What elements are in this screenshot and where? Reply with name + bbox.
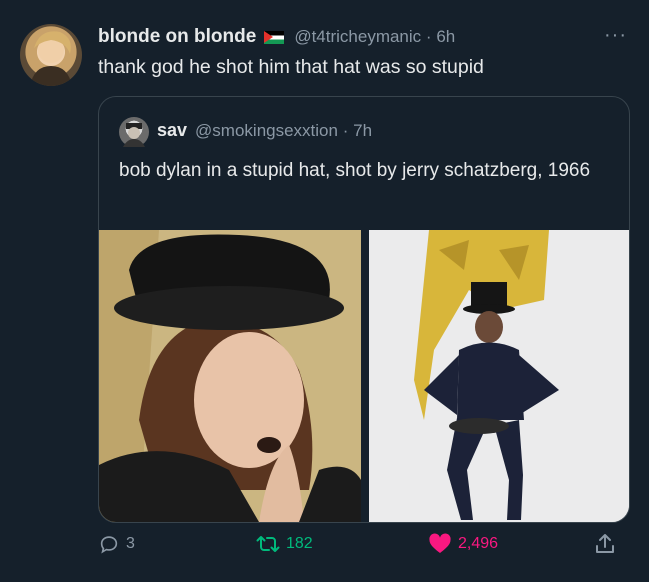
tweet-text: thank god he shot him that hat was so st… xyxy=(98,56,484,78)
palestine-flag-icon xyxy=(264,30,285,44)
reply-button[interactable]: 3 xyxy=(98,528,135,560)
quoted-separator: · xyxy=(342,120,349,140)
avatar-image xyxy=(30,31,72,86)
quoted-meta: @smokingsexxtion · 7h xyxy=(195,121,372,141)
quoted-time[interactable]: 7h xyxy=(353,121,372,140)
more-options-icon[interactable]: ··· xyxy=(604,24,627,47)
tweet-header: blonde on blonde @t4tricheymanic · 6h xyxy=(98,24,629,50)
author-name[interactable]: blonde on blonde xyxy=(98,26,256,48)
tweet-actions: 3 182 2,496 xyxy=(98,528,628,560)
tweet[interactable]: blonde on blonde @t4tricheymanic · 6h ··… xyxy=(0,0,649,582)
author-avatar[interactable] xyxy=(20,24,82,86)
heart-icon xyxy=(429,533,451,553)
quoted-tweet[interactable]: sav @smokingsexxtion · 7h bob dylan in a… xyxy=(98,96,630,523)
reply-count: 3 xyxy=(126,535,135,552)
photo-closeup-image xyxy=(99,230,361,522)
like-button[interactable]: 2,496 xyxy=(428,528,498,560)
quoted-avatar-image xyxy=(123,123,145,147)
retweet-count: 182 xyxy=(286,535,313,552)
share-button[interactable] xyxy=(594,528,616,560)
author-meta: @t4tricheymanic · 6h xyxy=(294,27,455,47)
share-icon xyxy=(596,534,614,553)
author-handle[interactable]: @t4tricheymanic xyxy=(294,27,421,46)
retweet-button[interactable]: 182 xyxy=(256,528,313,560)
photo-1[interactable] xyxy=(99,230,361,522)
reply-icon xyxy=(100,536,118,554)
retweet-icon xyxy=(256,536,280,552)
quoted-header: sav @smokingsexxtion · 7h xyxy=(157,120,372,141)
photo-seated-image xyxy=(369,230,629,522)
like-count: 2,496 xyxy=(458,535,499,552)
quoted-author-name[interactable]: sav xyxy=(157,120,187,141)
quoted-author-handle[interactable]: @smokingsexxtion xyxy=(195,121,338,140)
photo-2[interactable] xyxy=(369,230,629,522)
meta-separator: · xyxy=(425,27,432,46)
quoted-text: bob dylan in a stupid hat, shot by jerry… xyxy=(119,160,591,181)
quoted-author-avatar[interactable] xyxy=(119,117,149,147)
tweet-time[interactable]: 6h xyxy=(436,27,455,46)
